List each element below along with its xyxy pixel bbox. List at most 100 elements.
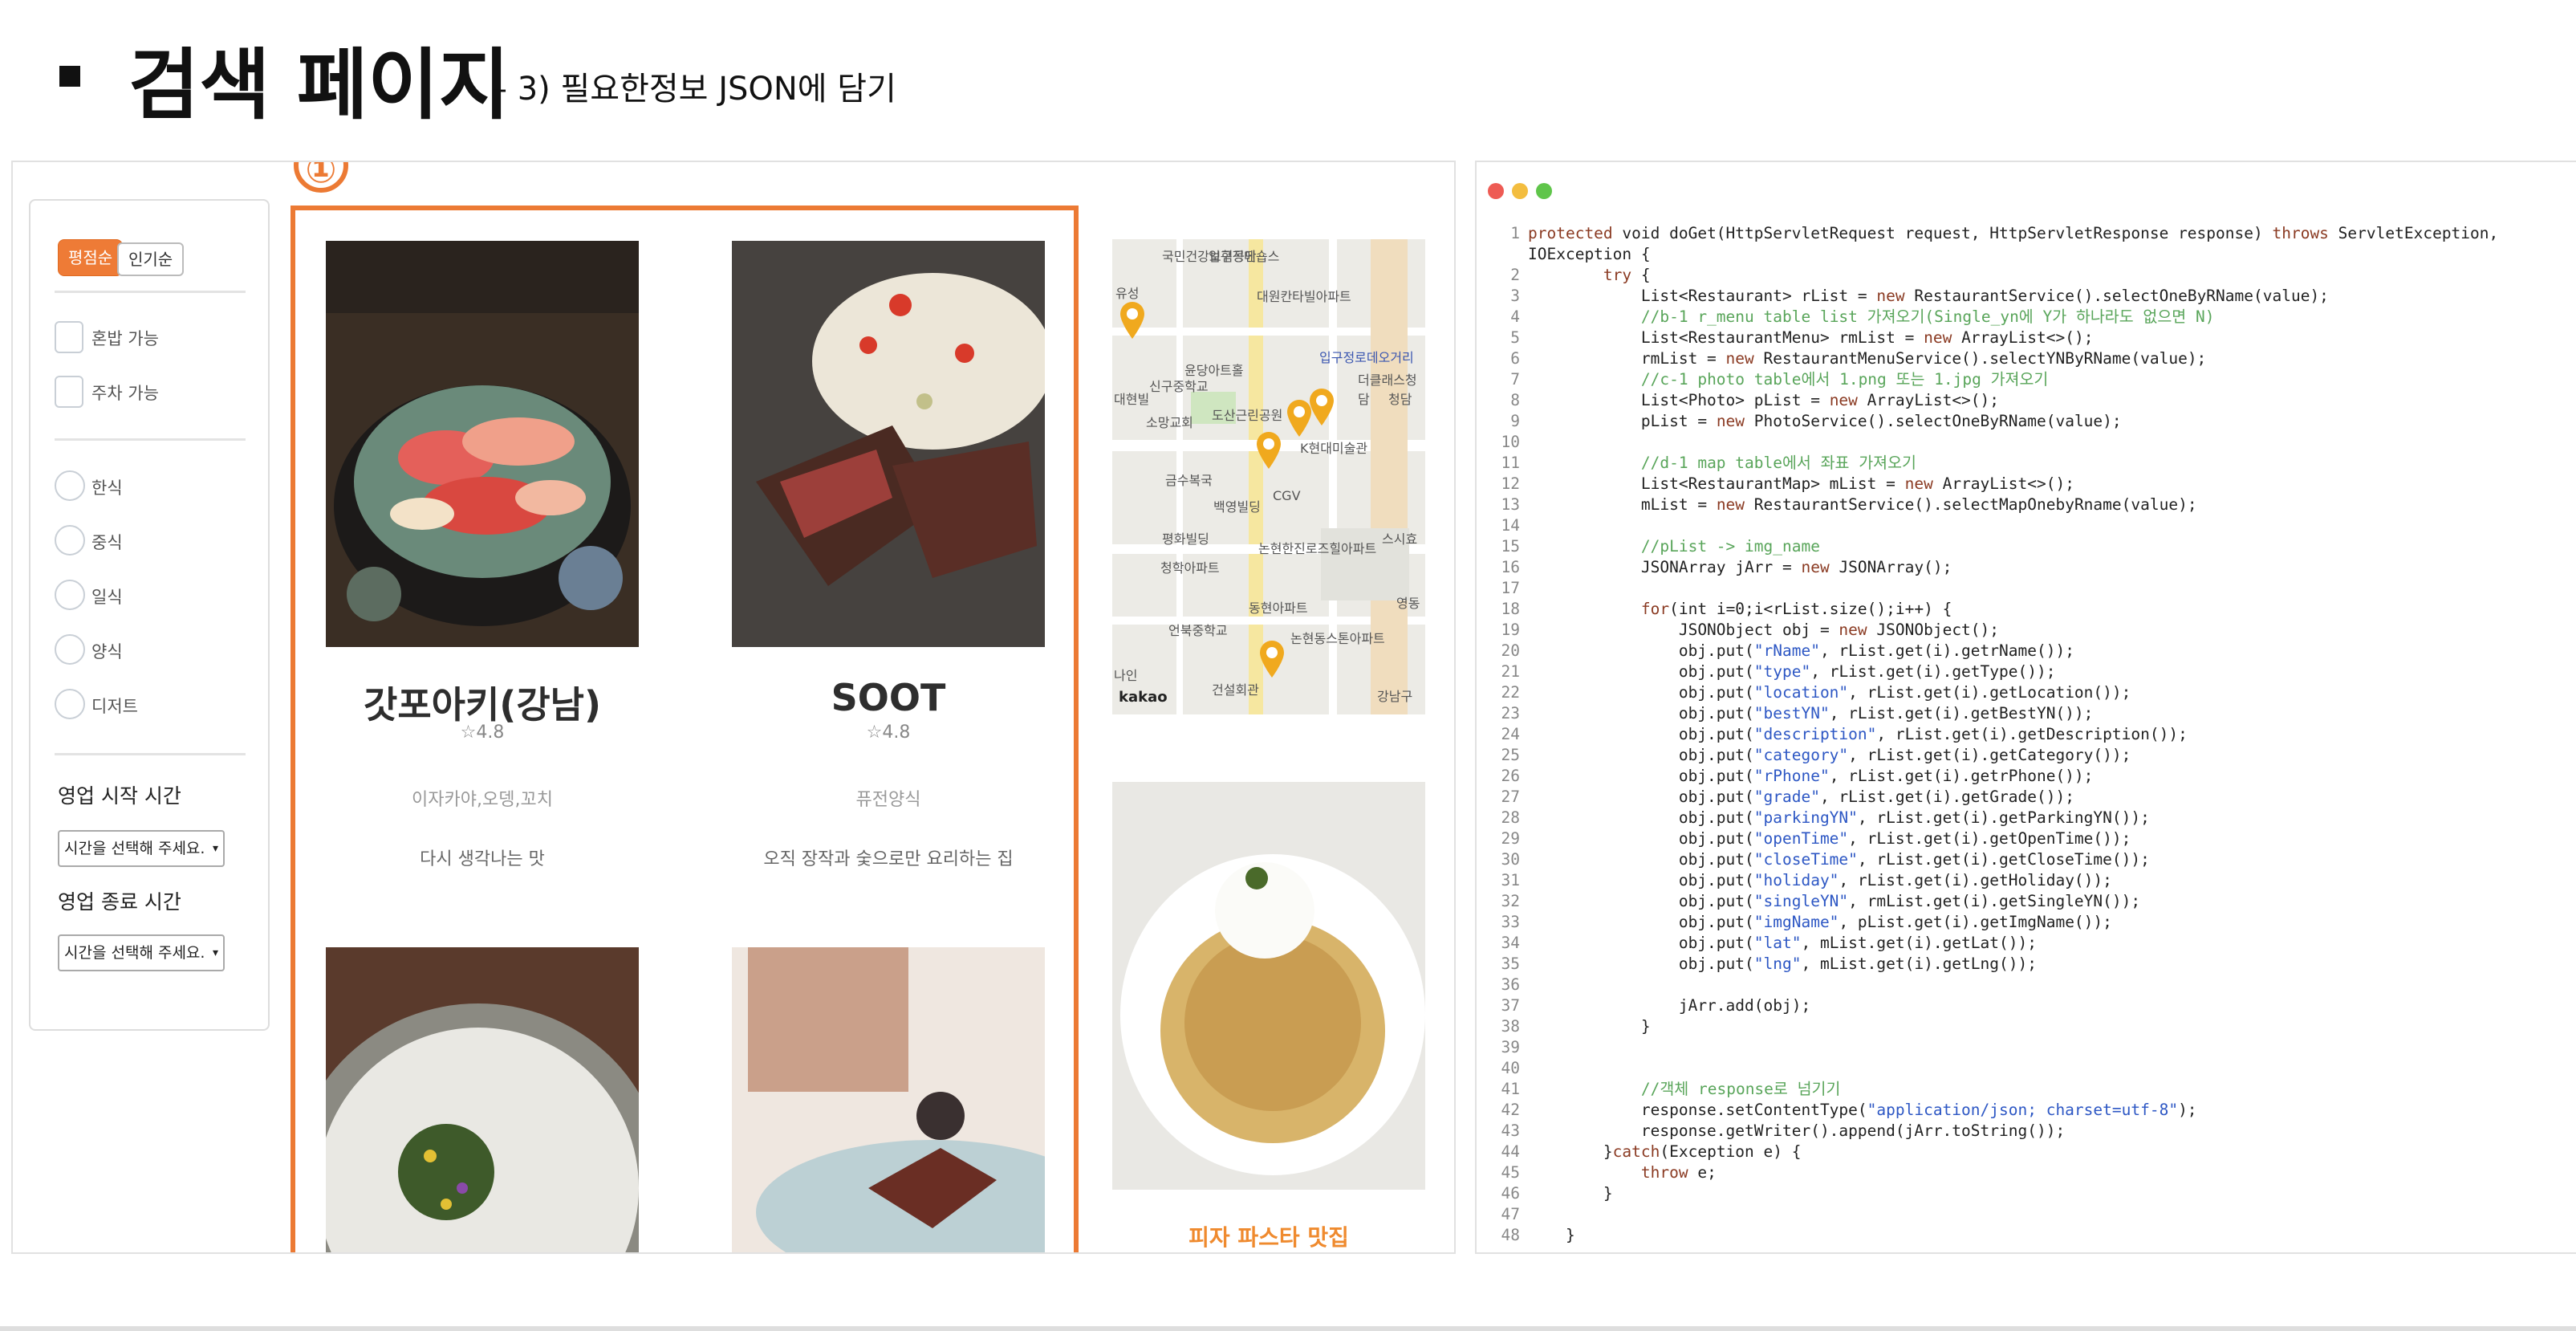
close-time-select[interactable]: 시간을 선택해 주세요. ▾ bbox=[58, 934, 225, 971]
category-radio[interactable] bbox=[55, 580, 85, 610]
line-number: 36 bbox=[1501, 975, 1520, 994]
code-token: , rList.get(i).getDescription()); bbox=[1876, 725, 2188, 743]
line-number: 9 bbox=[1510, 412, 1520, 430]
window-maximize-dot[interactable] bbox=[1536, 183, 1552, 199]
code-text: obj.put("location", rList.get(i).getLoca… bbox=[1528, 682, 2131, 703]
code-line: 28 obj.put("parkingYN", rList.get(i).get… bbox=[1477, 808, 2576, 828]
code-token: , rList.get(i).getCategory()); bbox=[1848, 746, 2131, 764]
map-pin-icon[interactable] bbox=[1260, 641, 1284, 678]
code-line: 23 obj.put("bestYN", rList.get(i).getBes… bbox=[1477, 703, 2576, 724]
line-number: 11 bbox=[1501, 454, 1520, 472]
window-close-dot[interactable] bbox=[1488, 183, 1504, 199]
code-text: List<Restaurant> rList = new RestaurantS… bbox=[1528, 286, 2329, 307]
category-radio[interactable] bbox=[55, 470, 85, 501]
code-token: "rName" bbox=[1753, 641, 1820, 660]
line-number: 47 bbox=[1501, 1205, 1520, 1223]
code-line: 20 obj.put("rName", rList.get(i).getrNam… bbox=[1477, 641, 2576, 661]
map-label: 금수복국 bbox=[1165, 473, 1213, 488]
code-line: 42 response.setContentType("application/… bbox=[1477, 1100, 2576, 1121]
code-token: ); bbox=[2178, 1101, 2197, 1119]
window-minimize-dot[interactable] bbox=[1512, 183, 1528, 199]
code-text: }catch(Exception e) { bbox=[1528, 1142, 1802, 1162]
code-token: //b-1 r_menu table list 가져오기(Single_yn에 … bbox=[1640, 307, 2215, 326]
code-text: protected void doGet(HttpServletRequest … bbox=[1528, 223, 2498, 244]
code-token: "lng" bbox=[1753, 954, 1802, 973]
category-radio[interactable] bbox=[55, 634, 85, 665]
code-token: obj.put( bbox=[1528, 788, 1754, 806]
category-radio[interactable] bbox=[55, 689, 85, 719]
sort-by-grade-button[interactable]: 평점순 bbox=[58, 239, 124, 276]
code-line: 25 obj.put("category", rList.get(i).getC… bbox=[1477, 745, 2576, 766]
line-number: 2 bbox=[1510, 266, 1520, 284]
line-number: 39 bbox=[1501, 1038, 1520, 1056]
line-number: 41 bbox=[1501, 1080, 1520, 1098]
code-token: , rList.get(i).getGrade()); bbox=[1819, 788, 2074, 806]
code-text: //d-1 map table에서 좌표 가져오기 bbox=[1528, 453, 1916, 474]
code-token: protected bbox=[1528, 224, 1613, 242]
code-line: 12 List<RestaurantMap> mList = new Array… bbox=[1477, 474, 2576, 495]
code-token: "closeTime" bbox=[1753, 850, 1858, 869]
line-number: 14 bbox=[1501, 516, 1520, 535]
map-label: 언북중학교 bbox=[1168, 623, 1228, 638]
code-token: } bbox=[1528, 1226, 1575, 1244]
map-pin-icon[interactable] bbox=[1310, 389, 1334, 425]
code-text: //b-1 r_menu table list 가져오기(Single_yn에 … bbox=[1528, 307, 2215, 328]
restaurant-map[interactable]: 국민건강보험공단 입구정메숍스 유성 대원칸타빌아파트 신구중학교 입구정로데오… bbox=[1112, 239, 1425, 714]
open-time-select[interactable]: 시간을 선택해 주세요. ▾ bbox=[58, 830, 225, 867]
map-label: 입구정메숍스 bbox=[1209, 249, 1280, 264]
code-token: void doGet(HttpServletRequest request, H… bbox=[1612, 224, 2273, 242]
code-token: obj.put( bbox=[1528, 829, 1754, 848]
code-token: "parkingYN" bbox=[1753, 808, 1858, 827]
restaurant-name[interactable]: 피자 파스타 맛집 bbox=[1112, 1220, 1425, 1252]
solo-dining-checkbox[interactable] bbox=[55, 321, 83, 353]
open-time-select-value: 시간을 선택해 주세요. bbox=[64, 840, 205, 857]
code-token: , rList.get(i).getHoliday()); bbox=[1839, 871, 2112, 889]
code-token: "category" bbox=[1753, 746, 1849, 764]
line-number: 18 bbox=[1501, 600, 1520, 618]
code-token: JSONObject(); bbox=[1867, 621, 2000, 639]
restaurant-photo-pasta[interactable] bbox=[1112, 782, 1425, 1190]
map-pin-icon[interactable] bbox=[1287, 400, 1311, 437]
code-line: 16 JSONArray jArr = new JSONArray(); bbox=[1477, 557, 2576, 578]
code-text: response.setContentType("application/jso… bbox=[1528, 1100, 2197, 1121]
category-radio[interactable] bbox=[55, 525, 85, 556]
line-number: 10 bbox=[1501, 433, 1520, 451]
code-token: obj.put( bbox=[1528, 767, 1754, 785]
code-token: JSONArray jArr = bbox=[1528, 558, 1802, 576]
code-token: JSONArray(); bbox=[1829, 558, 1952, 576]
code-text: obj.put("rName", rList.get(i).getrName()… bbox=[1528, 641, 2074, 661]
code-token: "imgName" bbox=[1753, 913, 1839, 931]
code-line: 3 List<Restaurant> rList = new Restauran… bbox=[1477, 286, 2576, 307]
code-line: 11 //d-1 map table에서 좌표 가져오기 bbox=[1477, 453, 2576, 474]
line-number: 29 bbox=[1501, 829, 1520, 848]
code-text: try { bbox=[1528, 265, 1651, 286]
map-label: K현대미술관 bbox=[1300, 441, 1368, 456]
line-number: 15 bbox=[1501, 537, 1520, 556]
code-line: 45 throw e; bbox=[1477, 1162, 2576, 1183]
line-number: 25 bbox=[1501, 746, 1520, 764]
sort-by-popularity-button[interactable]: 인기순 bbox=[117, 242, 185, 276]
code-line: 43 response.getWriter().append(jArr.toSt… bbox=[1477, 1121, 2576, 1142]
code-text: pList = new PhotoService().selectOneByRN… bbox=[1528, 411, 2122, 432]
code-token: obj.put( bbox=[1528, 704, 1754, 722]
line-number: 3 bbox=[1510, 287, 1520, 305]
divider bbox=[55, 291, 246, 293]
map-pin-icon[interactable] bbox=[1120, 302, 1144, 339]
line-number: 37 bbox=[1501, 996, 1520, 1015]
code-token: , rList.get(i).getrPhone()); bbox=[1829, 767, 2094, 785]
map-pin-icon[interactable] bbox=[1257, 432, 1281, 469]
category-label: 디저트 bbox=[91, 697, 138, 716]
code-text: obj.put("lat", mList.get(i).getLat()); bbox=[1528, 933, 2037, 954]
parking-checkbox[interactable] bbox=[55, 376, 83, 408]
code-token: "openTime" bbox=[1753, 829, 1849, 848]
map-label: 백영빌딩 bbox=[1213, 499, 1261, 515]
line-number: 7 bbox=[1510, 370, 1520, 389]
line-number: 31 bbox=[1501, 871, 1520, 889]
code-text: //c-1 photo table에서 1.png 또는 1.jpg 가져오기 bbox=[1528, 369, 2048, 390]
code-line: 29 obj.put("openTime", rList.get(i).getO… bbox=[1477, 828, 2576, 849]
code-line: 35 obj.put("lng", mList.get(i).getLng())… bbox=[1477, 954, 2576, 975]
code-text: obj.put("openTime", rList.get(i).getOpen… bbox=[1528, 828, 2131, 849]
